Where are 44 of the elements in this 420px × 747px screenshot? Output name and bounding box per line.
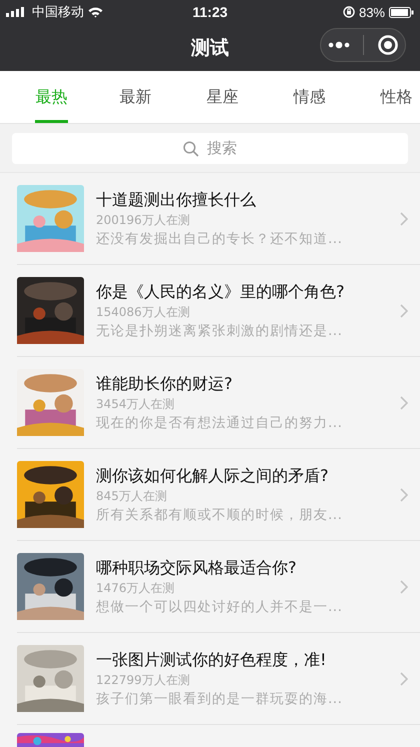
quiz-title: 谁能助长你的财运?	[96, 372, 234, 394]
battery-percent: 83%	[358, 4, 385, 20]
clock-time: 11:23	[192, 4, 228, 20]
quiz-description: 所有关系都有顺或不顺的时候，朋友...	[96, 506, 344, 524]
participant-count: 154086万人在测	[96, 304, 191, 320]
close-icon[interactable]	[376, 34, 398, 56]
quiz-title: 测你该如何化解人际之间的矛盾?	[96, 464, 330, 486]
page-title: 测试	[191, 36, 229, 60]
search-icon	[183, 140, 199, 156]
chevron-right-icon	[400, 212, 408, 226]
category-tab[interactable]: 情感	[266, 71, 353, 123]
participant-count: 1476万人在测	[96, 580, 176, 596]
participant-count: 200196万人在测	[96, 212, 191, 228]
carrier-name: 中国移动	[32, 3, 84, 21]
quiz-description: 现在的你是否有想法通过自己的努力...	[96, 414, 344, 432]
quiz-item[interactable]: 你是《人民的名义》里的哪个角色? 154086万人在测 无论是扑朔迷离紧张刺激的剧情还是...	[17, 265, 420, 357]
wifi-icon	[88, 6, 103, 18]
chevron-right-icon	[400, 488, 408, 502]
quiz-item[interactable]: 十道题测出你擅长什么 200196万人在测 还没有发掘出自己的专长？还不知道...	[17, 173, 420, 265]
category-tab[interactable]: 性格	[353, 71, 420, 123]
participant-count: 3454万人在测	[96, 396, 176, 412]
quiz-title: 哪种职场交际风格最适合你?	[96, 556, 298, 578]
quiz-description: 孩子们第一眼看到的是一群玩耍的海...	[96, 690, 344, 708]
rotation-lock-icon	[342, 6, 355, 18]
quiz-title: 你是《人民的名义》里的哪个角色?	[96, 280, 346, 302]
more-icon[interactable]	[328, 41, 350, 49]
chevron-right-icon	[400, 580, 408, 594]
quiz-item[interactable]: 测你该如何化解人际之间的矛盾? 845万人在测 所有关系都有顺或不顺的时候，朋友...	[17, 449, 420, 541]
chevron-right-icon	[400, 304, 408, 318]
quiz-title: 十道题测出你擅长什么	[96, 188, 257, 210]
participant-count: 845万人在测	[96, 488, 168, 504]
category-tab[interactable]: 星座	[179, 71, 266, 123]
battery-icon	[389, 6, 414, 18]
quiz-title: 一张图片测试你的好色程度，准!	[96, 648, 328, 670]
quiz-item[interactable]: 一张图片测试你的好色程度，准! 122799万人在测 孩子们第一眼看到的是一群玩耍的海...	[17, 633, 420, 725]
chevron-right-icon	[400, 396, 408, 410]
quiz-item[interactable]: 谁能助长你的财运? 3454万人在测 现在的你是否有想法通过自己的努力...	[17, 357, 420, 449]
category-tab[interactable]: 最新	[92, 71, 179, 123]
quiz-description: 想做一个可以四处讨好的人并不是一...	[96, 598, 344, 616]
quiz-item[interactable]: 哪种职场交际风格最适合你? 1476万人在测 想做一个可以四处讨好的人并不是一...	[17, 541, 420, 633]
chevron-right-icon	[400, 672, 408, 686]
participant-count: 122799万人在测	[96, 672, 191, 688]
quiz-description: 还没有发掘出自己的专长？还不知道...	[96, 230, 344, 248]
quiz-description: 无论是扑朔迷离紧张刺激的剧情还是...	[96, 322, 344, 340]
